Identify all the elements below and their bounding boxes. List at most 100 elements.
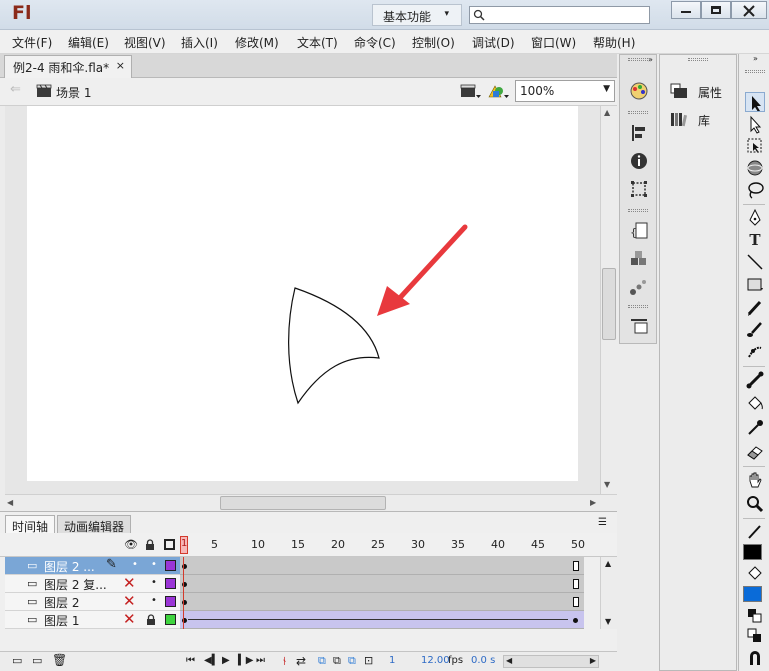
first-frame-icon[interactable]: ⏮ (186, 655, 195, 666)
dock-grip[interactable] (745, 70, 765, 73)
layer-frames[interactable] (180, 593, 584, 611)
project-panel-icon[interactable] (629, 316, 649, 336)
layer-color-swatch[interactable] (165, 578, 176, 589)
fps-readout[interactable]: 12.00 (421, 655, 450, 666)
collapse-icon[interactable]: » (648, 55, 653, 64)
layer-color-swatch[interactable] (165, 614, 176, 625)
scene-label[interactable]: 场景 1 (56, 84, 91, 101)
keyframe[interactable] (573, 618, 578, 623)
layer-name[interactable]: 图层 2 (44, 594, 79, 611)
lock-dot-icon[interactable]: • (151, 577, 157, 588)
maximize-button[interactable] (701, 1, 731, 19)
menu-debug[interactable]: 调试(D) (472, 34, 515, 51)
free-transform-tool-icon[interactable] (745, 136, 765, 156)
layer-row[interactable]: ▭ 图层 2 复... ✕ • (5, 574, 180, 593)
menu-modify[interactable]: 修改(M) (235, 34, 279, 51)
menu-view[interactable]: 视图(V) (124, 34, 166, 51)
last-frame-icon[interactable]: ⏭ (256, 655, 265, 666)
center-frame-icon[interactable]: ⫮ (283, 654, 286, 669)
menu-window[interactable]: 窗口(W) (531, 34, 576, 51)
scroll-left-icon[interactable]: ◀ (506, 656, 512, 665)
info-panel-icon[interactable] (629, 151, 649, 171)
hidden-x-icon[interactable]: ✕ (123, 592, 136, 610)
scroll-up-icon[interactable]: ▲ (605, 559, 611, 568)
layer-color-swatch[interactable] (165, 596, 176, 607)
new-folder-icon[interactable]: ▭ (32, 654, 42, 667)
timeline-vertical-scrollbar[interactable]: ▲ ▼ (600, 557, 617, 629)
3d-rotation-tool-icon[interactable] (745, 158, 765, 178)
layer-row[interactable]: ▭ 图层 1 ✕ (5, 610, 180, 629)
eraser-tool-icon[interactable] (745, 442, 765, 462)
menu-file[interactable]: 文件(F) (12, 34, 52, 51)
library-panel-tab[interactable]: 库 (698, 112, 710, 129)
components-panel-icon[interactable] (629, 249, 649, 269)
menu-insert[interactable]: 插入(I) (181, 34, 218, 51)
actions-panel-icon[interactable]: { (629, 221, 649, 241)
fill-color-swatch[interactable] (743, 586, 762, 602)
menu-help[interactable]: 帮助(H) (593, 34, 635, 51)
zoom-select[interactable]: 100% ▼ (515, 80, 615, 102)
layer-frames-motion[interactable] (180, 611, 584, 629)
align-panel-icon[interactable] (629, 123, 649, 143)
scroll-right-icon[interactable]: ▶ (590, 656, 596, 665)
scroll-left-icon[interactable]: ◀ (7, 498, 13, 507)
black-white-icon[interactable] (745, 606, 765, 626)
scroll-right-icon[interactable]: ▶ (590, 498, 596, 507)
rectangle-tool-icon[interactable] (745, 274, 765, 294)
current-frame-readout[interactable]: 1 (389, 655, 395, 666)
edit-multiple-frames-icon[interactable]: ⧉ (348, 654, 356, 668)
horizontal-scroll-thumb[interactable] (220, 496, 386, 510)
onion-outline-icon[interactable]: ⧉ (333, 654, 341, 668)
workspace-switcher[interactable]: 基本功能 ▾ (372, 4, 462, 26)
umbrella-shape[interactable] (288, 287, 380, 405)
layer-color-swatch[interactable] (165, 560, 176, 571)
hidden-x-icon[interactable]: ✕ (123, 610, 136, 628)
line-tool-icon[interactable] (745, 252, 765, 272)
menu-control[interactable]: 控制(O) (412, 34, 455, 51)
lasso-tool-icon[interactable] (745, 180, 765, 200)
tab-timeline[interactable]: 时间轴 (5, 515, 56, 534)
tab-motion-editor[interactable]: 动画编辑器 (57, 515, 132, 534)
dock-grip[interactable] (688, 58, 708, 61)
swap-colors-icon[interactable] (745, 626, 765, 646)
visibility-dot-icon[interactable]: • (132, 559, 138, 570)
scroll-down-icon[interactable]: ▼ (605, 617, 611, 626)
layer-name[interactable]: 图层 1 (44, 612, 79, 629)
outline-icon[interactable] (164, 539, 175, 550)
dock-grip[interactable] (628, 58, 648, 61)
color-panel-icon[interactable] (629, 81, 649, 101)
menu-commands[interactable]: 命令(C) (354, 34, 396, 51)
eye-icon[interactable]: 👁 (124, 538, 138, 551)
layer-row[interactable]: ▭ 图层 2 ... ✎ • • (5, 557, 180, 575)
onion-markers-icon[interactable]: ⊡ (364, 654, 373, 667)
dock-grip[interactable] (628, 209, 648, 212)
properties-panel-tab[interactable]: 属性 (698, 84, 722, 101)
document-tab[interactable]: 例2-4 雨和伞.fla* × (4, 55, 132, 78)
end-frame[interactable] (573, 579, 579, 589)
stage-horizontal-scrollbar[interactable]: ◀ ▶ (5, 494, 617, 511)
hidden-x-icon[interactable]: ✕ (123, 574, 136, 592)
paint-bucket-tool-icon[interactable] (745, 394, 765, 414)
layer-name[interactable]: 图层 2 复... (44, 576, 107, 593)
pencil-tool-icon[interactable] (745, 298, 765, 318)
layer-frames[interactable] (180, 575, 584, 593)
zoom-tool-icon[interactable] (745, 494, 765, 514)
subselection-tool-icon[interactable] (745, 114, 765, 134)
stage-canvas[interactable] (27, 106, 578, 481)
edit-symbols-icon[interactable] (487, 83, 511, 101)
step-back-icon[interactable]: ◀▍ (204, 655, 219, 666)
loop-icon[interactable]: ⇄ (296, 654, 306, 668)
hand-tool-icon[interactable] (745, 470, 765, 490)
lock-icon[interactable] (145, 539, 155, 551)
step-forward-icon[interactable]: ▍▶ (238, 655, 253, 666)
onion-skin-icon[interactable]: ⧉ (318, 654, 326, 668)
bone-tool-icon[interactable] (745, 370, 765, 390)
snap-to-objects-icon[interactable] (745, 648, 765, 668)
lock-icon[interactable] (146, 614, 156, 626)
dock-grip[interactable] (628, 111, 648, 114)
panel-menu-icon[interactable]: ☰ (598, 517, 607, 528)
close-window-button[interactable] (731, 1, 767, 19)
edit-scene-icon[interactable] (460, 84, 482, 100)
help-search-input[interactable] (469, 6, 650, 24)
play-icon[interactable]: ▶ (222, 655, 230, 666)
